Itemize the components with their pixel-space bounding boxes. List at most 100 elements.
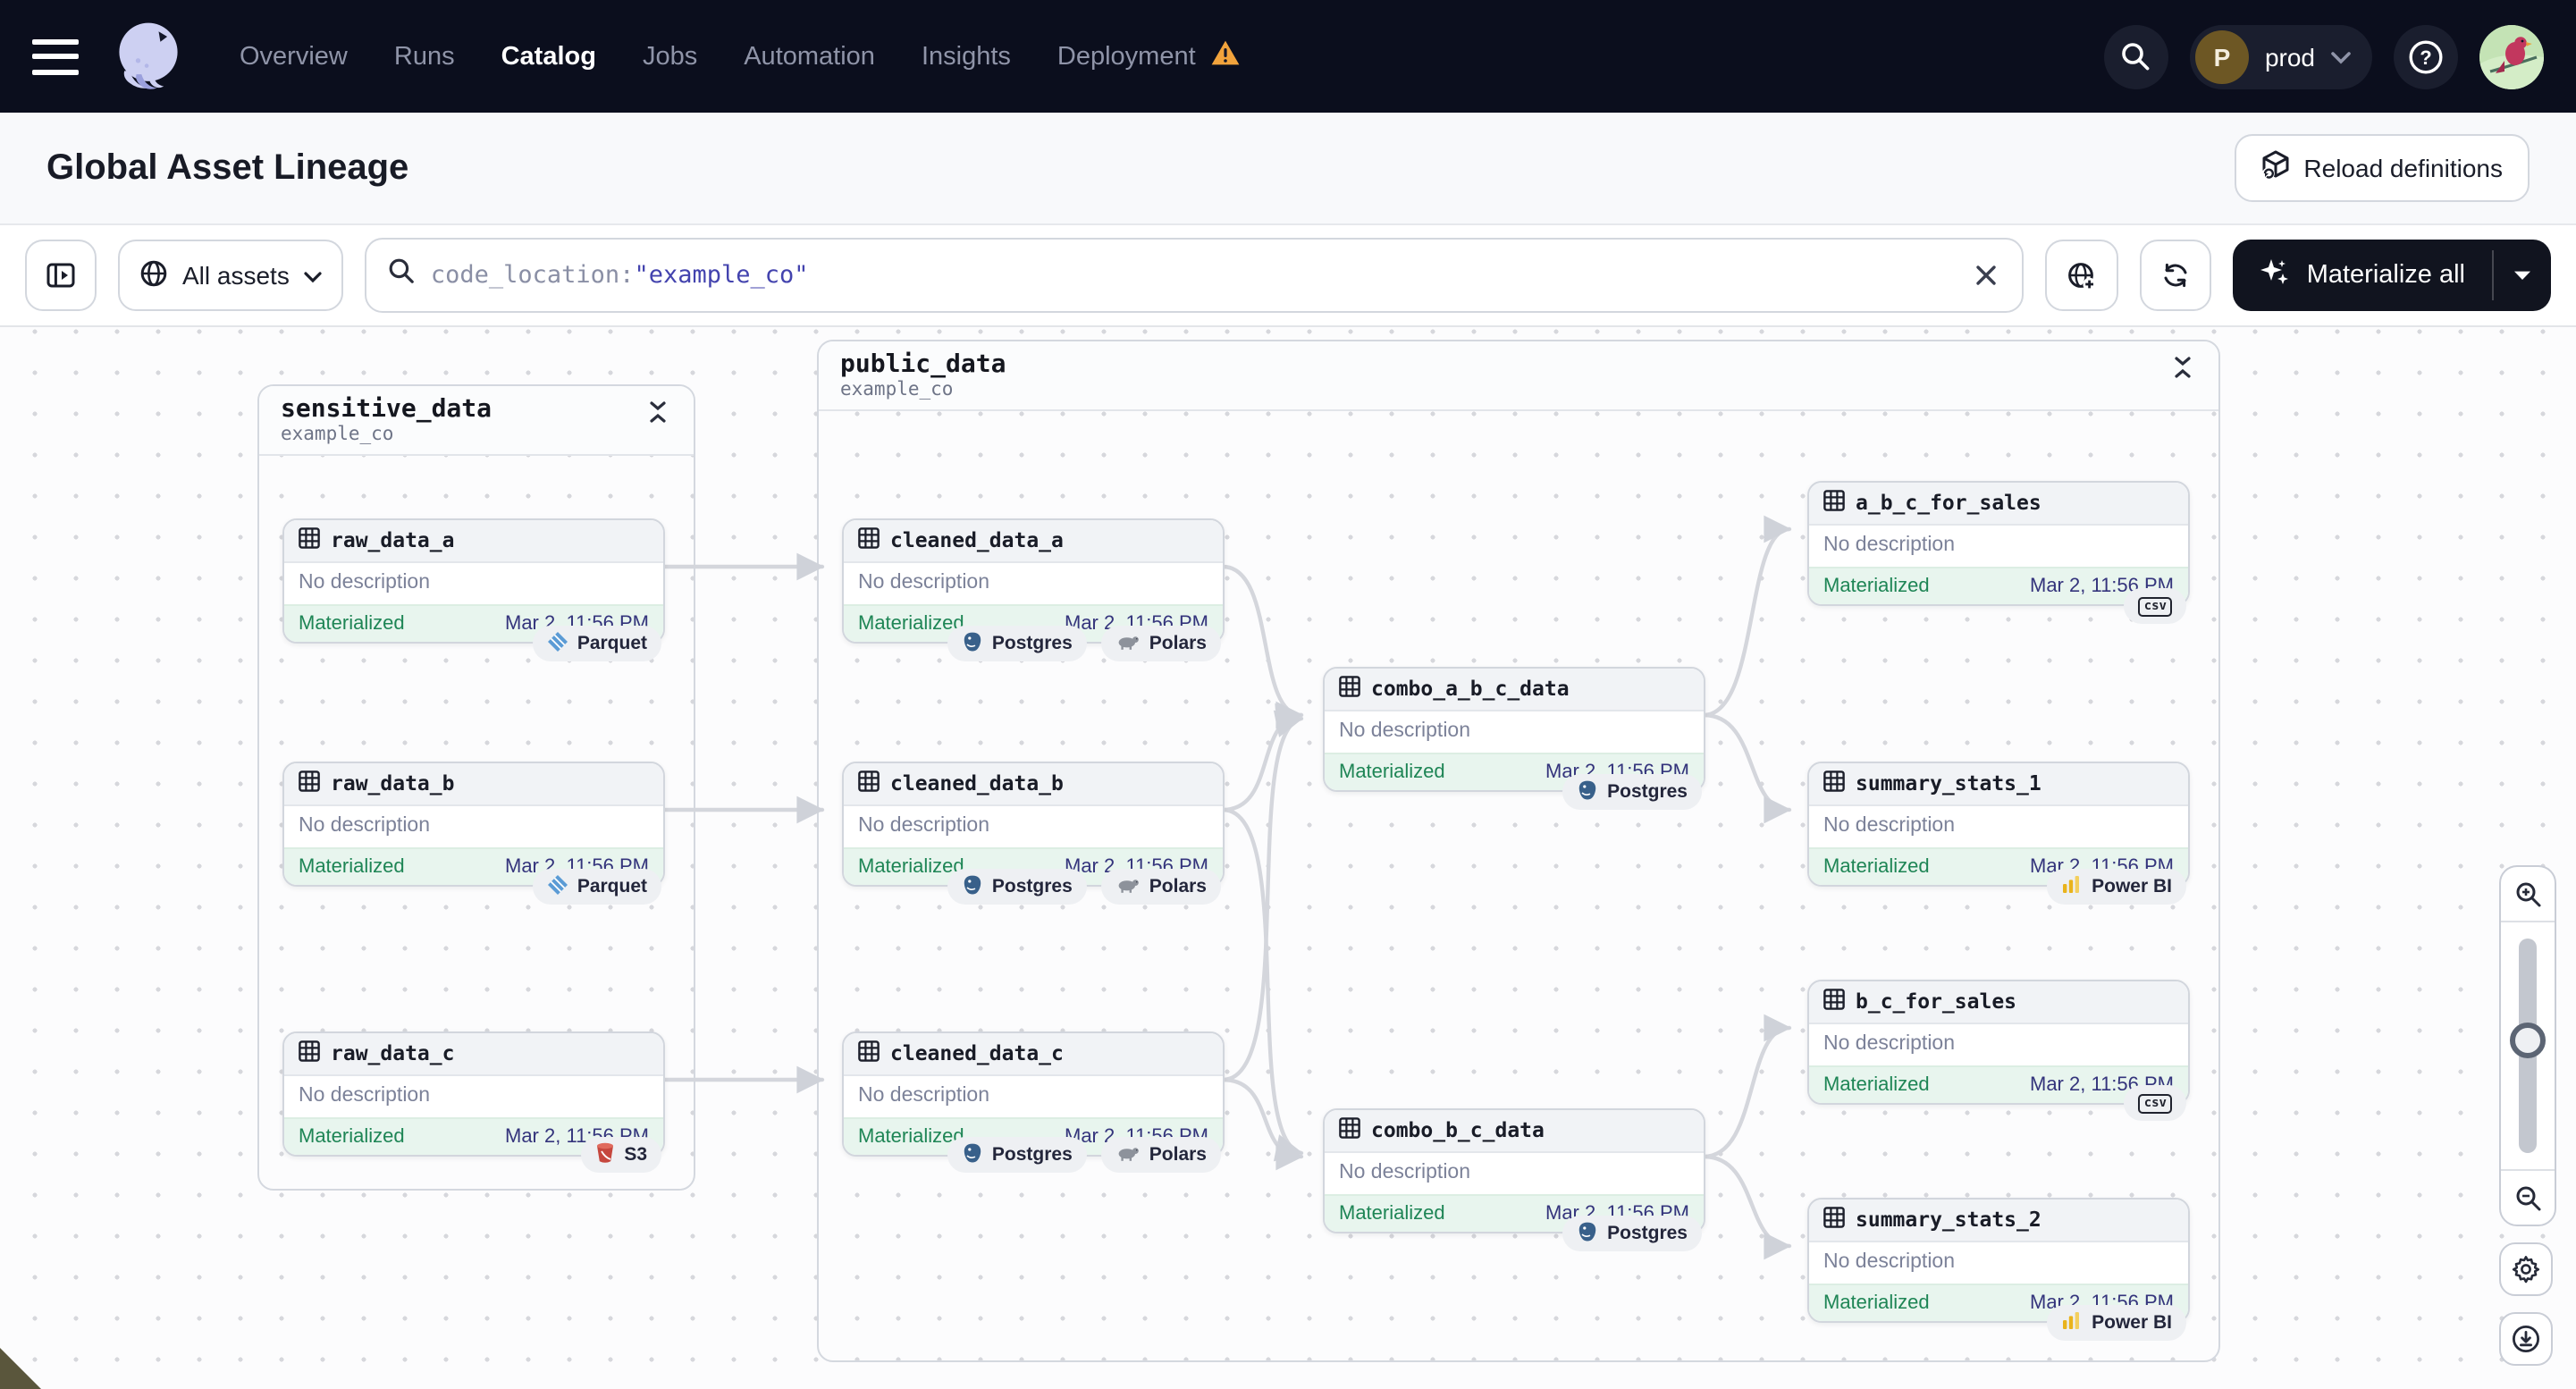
kind-tag-parquet[interactable]: Parquet — [532, 626, 661, 661]
parquet-icon — [547, 873, 568, 900]
zoom-out-icon[interactable] — [2501, 1171, 2555, 1225]
table-icon — [299, 768, 320, 800]
tag-label: Parquet — [577, 876, 647, 897]
environment-initial: P — [2194, 29, 2249, 83]
postgres-icon — [962, 873, 983, 900]
asset-node-raw-data-a[interactable]: raw_data_a No description Materialized Ma… — [282, 518, 665, 644]
nav-item-overview[interactable]: Overview — [240, 42, 348, 71]
nav-item-insights[interactable]: Insights — [922, 42, 1011, 71]
asset-node-cleaned-data-b[interactable]: cleaned_data_b No description Materializ… — [842, 762, 1225, 887]
search-icon[interactable] — [2103, 24, 2168, 88]
asset-name: b_c_for_sales — [1856, 989, 2017, 1014]
nav-item-deployment[interactable]: Deployment — [1057, 39, 1241, 73]
lineage-canvas[interactable]: sensitive_data example_co public_data ex… — [0, 327, 2576, 1389]
nav-items: Overview Runs Catalog Jobs Automation In… — [240, 39, 1241, 73]
graph-settings-icon[interactable] — [2499, 1242, 2553, 1296]
tag-label: Postgres — [1607, 1223, 1688, 1244]
panel-toggle-button[interactable] — [25, 240, 97, 311]
search-icon — [388, 257, 415, 293]
asset-node-cleaned-data-a[interactable]: cleaned_data_a No description Materializ… — [842, 518, 1225, 644]
download-icon[interactable] — [2499, 1312, 2553, 1366]
asset-name: summary_stats_2 — [1856, 1207, 2041, 1232]
asset-description: No description — [299, 572, 431, 593]
tag-label: Power BI — [2092, 1312, 2172, 1334]
asset-description: No description — [1339, 1162, 1471, 1183]
csv-icon: csv — [2138, 1093, 2172, 1113]
kind-tag-postgres[interactable]: Postgres — [1562, 774, 1702, 810]
reload-definitions-label: Reload definitions — [2303, 154, 2503, 182]
materialize-all-button[interactable]: Materialize all — [2234, 240, 2492, 311]
environment-switcher[interactable]: P prod — [2189, 24, 2372, 88]
asset-node-combo-b-c-data[interactable]: combo_b_c_data No description Materializ… — [1323, 1108, 1705, 1233]
kind-tag-postgres[interactable]: Postgres — [947, 626, 1087, 661]
table-icon — [858, 525, 880, 557]
kind-tag-postgres[interactable]: Postgres — [947, 1137, 1087, 1173]
reload-definitions-button[interactable]: Reload definitions — [2234, 134, 2530, 202]
kind-tag-postgres[interactable]: Postgres — [947, 869, 1087, 905]
kind-tag-csv[interactable]: csv — [2124, 1085, 2186, 1121]
help-icon[interactable]: ? — [2394, 24, 2458, 88]
asset-description: No description — [858, 815, 990, 837]
asset-name: cleaned_data_b — [890, 770, 1064, 796]
refresh-button[interactable] — [2140, 240, 2212, 311]
table-icon — [858, 768, 880, 800]
dagster-logo-icon[interactable] — [107, 15, 189, 97]
zoom-in-icon[interactable] — [2501, 867, 2555, 921]
kind-tag-parquet[interactable]: Parquet — [532, 869, 661, 905]
kind-tag-polars[interactable]: Polars — [1100, 869, 1221, 905]
kind-tag-postgres[interactable]: Postgres — [1562, 1216, 1702, 1251]
lineage-toolbar: All assets code_location:"example_co" Ma… — [0, 225, 2576, 327]
asset-description: No description — [299, 815, 431, 837]
parquet-icon — [547, 630, 568, 657]
asset-filter-dropdown[interactable]: All assets — [118, 240, 343, 311]
canvas-corner-decoration — [0, 1348, 43, 1389]
postgres-icon — [1577, 779, 1598, 805]
asset-node-combo-a-b-c-data[interactable]: combo_a_b_c_data No description Material… — [1323, 667, 1705, 792]
kind-tag-s3[interactable]: S3 — [581, 1137, 661, 1173]
status-badge: Materialized — [299, 613, 405, 635]
asset-node-summary-stats-1[interactable]: summary_stats_1 No description Materiali… — [1807, 762, 2190, 887]
asset-node-summary-stats-2[interactable]: summary_stats_2 No description Materiali… — [1807, 1198, 2190, 1323]
asset-filter-label: All assets — [182, 261, 290, 290]
kind-tag-csv[interactable]: csv — [2124, 588, 2186, 624]
menu-icon[interactable] — [32, 38, 79, 74]
zoom-slider-handle[interactable] — [2510, 1023, 2546, 1058]
nav-item-jobs[interactable]: Jobs — [643, 42, 697, 71]
zoom-slider[interactable] — [2501, 921, 2555, 1171]
kind-tag-polars[interactable]: Polars — [1100, 626, 1221, 661]
powerbi-icon — [2061, 873, 2083, 900]
table-icon — [1823, 768, 1845, 800]
tag-label: Power BI — [2092, 876, 2172, 897]
postgres-icon — [1577, 1220, 1598, 1247]
s3-icon — [595, 1141, 615, 1168]
polars-icon — [1115, 632, 1141, 655]
status-badge: Materialized — [1339, 762, 1445, 783]
csv-icon: csv — [2138, 596, 2172, 616]
status-badge: Materialized — [1823, 576, 1930, 597]
asset-node-a-b-c-for-sales[interactable]: a_b_c_for_sales No description Materiali… — [1807, 481, 2190, 606]
asset-description: No description — [299, 1085, 431, 1107]
chevron-down-icon — [2514, 270, 2530, 279]
clear-search-icon[interactable] — [1973, 261, 2001, 290]
globe-icon — [139, 258, 168, 292]
kind-tag-powerbi[interactable]: Power BI — [2047, 869, 2186, 905]
kind-tag-polars[interactable]: Polars — [1100, 1137, 1221, 1173]
globe-add-button[interactable] — [2045, 240, 2119, 311]
nav-item-catalog[interactable]: Catalog — [501, 42, 596, 71]
search-value: code_location:"example_co" — [430, 261, 809, 290]
table-icon — [1339, 1115, 1360, 1147]
nav-item-automation[interactable]: Automation — [744, 42, 875, 71]
search-input[interactable]: code_location:"example_co" — [364, 238, 2025, 313]
materialize-options-button[interactable] — [2494, 240, 2551, 311]
table-icon — [1823, 986, 1845, 1018]
kind-tag-powerbi[interactable]: Power BI — [2047, 1305, 2186, 1341]
asset-description: No description — [1823, 815, 1956, 837]
avatar[interactable] — [2479, 24, 2544, 88]
polars-icon — [1115, 1143, 1141, 1166]
panel-expand-icon — [46, 263, 75, 288]
environment-name: prod — [2264, 42, 2315, 71]
nav-item-runs[interactable]: Runs — [394, 42, 455, 71]
postgres-icon — [962, 1141, 983, 1168]
page-title: Global Asset Lineage — [46, 147, 409, 187]
asset-node-raw-data-b[interactable]: raw_data_b No description Materialized Ma… — [282, 762, 665, 887]
